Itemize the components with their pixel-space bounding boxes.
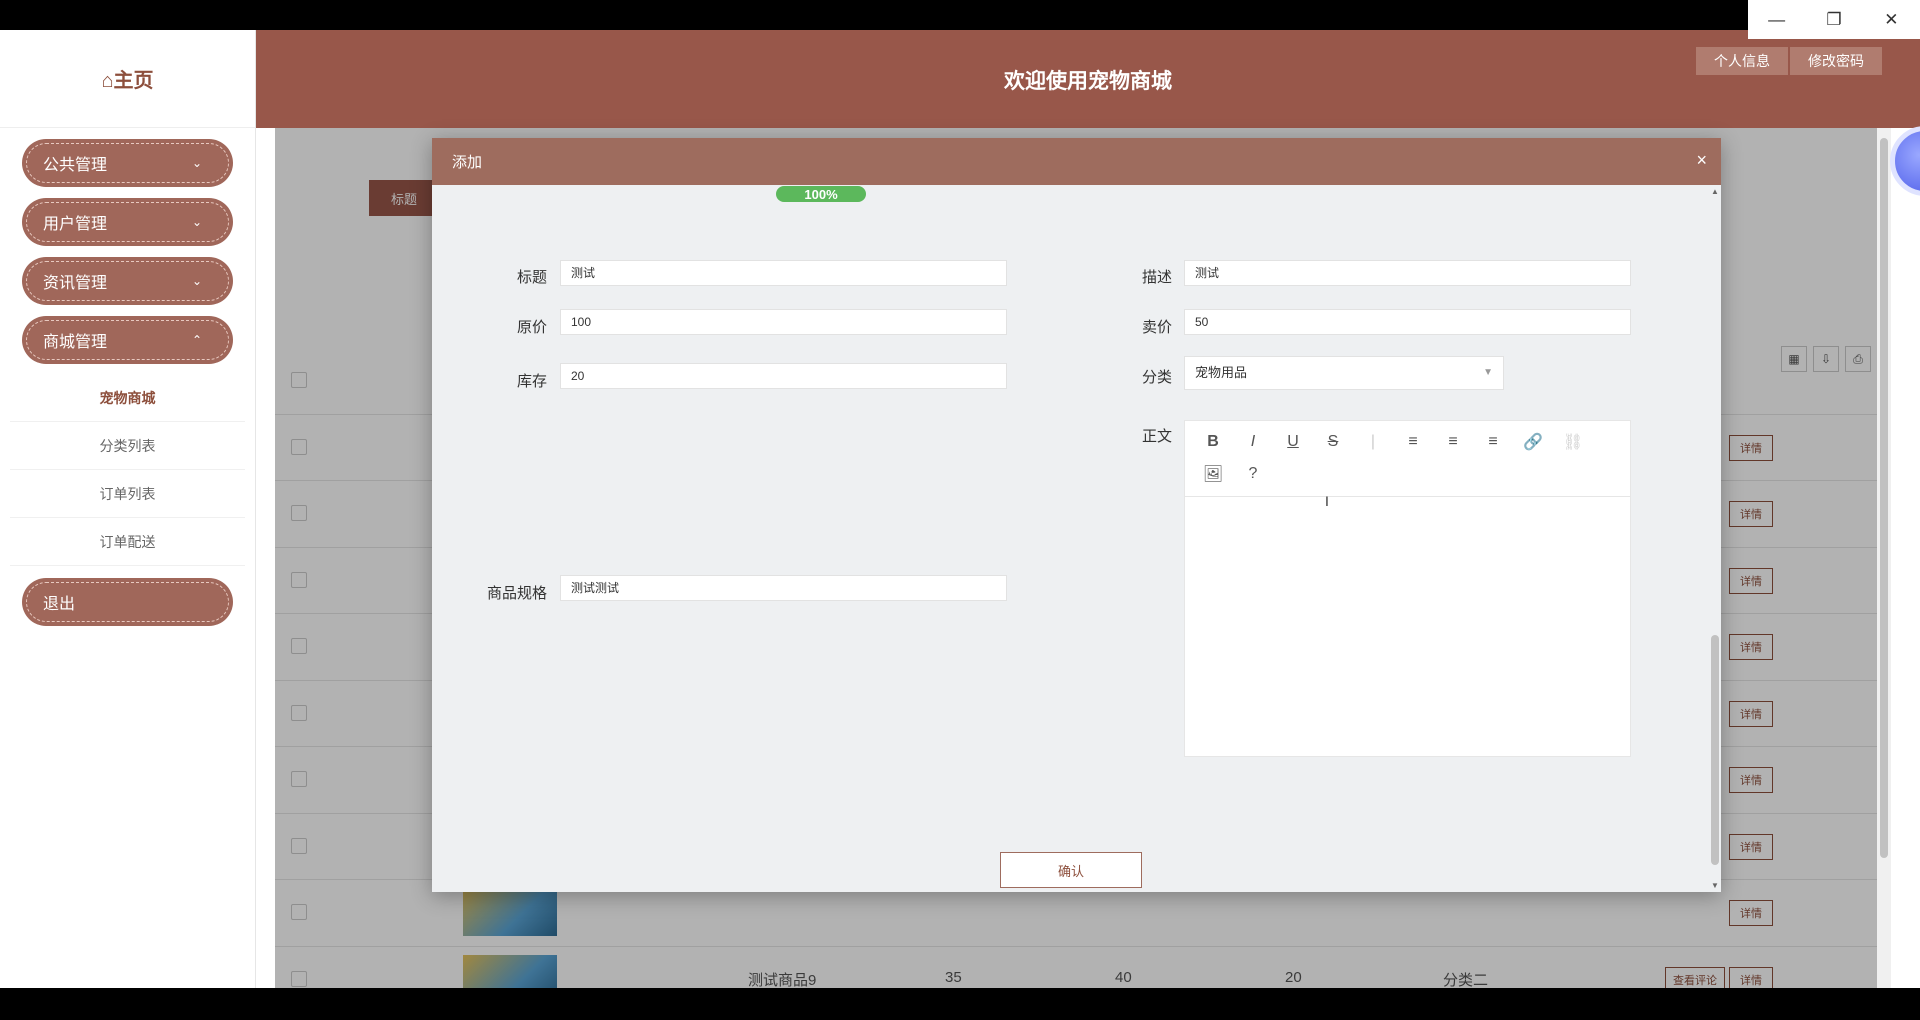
dialog-header: 添加 × bbox=[432, 138, 1721, 185]
body-label: 正文 bbox=[1141, 428, 1172, 445]
stock-input[interactable]: 20 bbox=[560, 363, 1007, 389]
original-price-label: 原价 bbox=[516, 319, 547, 336]
dropdown-arrow-icon: ▼ bbox=[1483, 367, 1493, 378]
minimize-icon[interactable]: — bbox=[1748, 0, 1805, 39]
page-title: 欢迎使用宠物商城 bbox=[1004, 70, 1172, 93]
title-input[interactable]: 测试 bbox=[560, 260, 1007, 286]
chevron-up-icon: ⌃ bbox=[191, 333, 202, 347]
description-input[interactable]: 测试 bbox=[1184, 260, 1631, 286]
align-right-icon[interactable]: ≡ bbox=[1473, 427, 1513, 457]
title-label: 标题 bbox=[516, 269, 547, 286]
logout-button[interactable]: 退出 bbox=[22, 578, 233, 626]
dialog-scrollbar[interactable]: ▲ ▼ bbox=[1709, 185, 1721, 892]
page-scrollbar[interactable] bbox=[1877, 128, 1891, 988]
window-controls: — ❐ ✕ bbox=[1748, 0, 1920, 39]
menu-label: 公共管理 bbox=[43, 157, 108, 174]
spec-input[interactable]: 测试测试 bbox=[560, 575, 1007, 601]
home-link[interactable]: ⌂主页 bbox=[0, 30, 255, 128]
underline-icon[interactable]: U bbox=[1273, 427, 1313, 457]
spec-label: 商品规格 bbox=[486, 585, 547, 602]
upload-progress: 100% bbox=[776, 186, 866, 202]
change-password-button[interactable]: 修改密码 bbox=[1790, 47, 1882, 75]
chevron-down-icon: ⌄ bbox=[191, 274, 202, 288]
menu-label: 商城管理 bbox=[43, 334, 108, 351]
description-label: 描述 bbox=[1141, 269, 1172, 286]
text-cursor-icon: I bbox=[1325, 493, 1329, 509]
link-icon[interactable]: 🔗 bbox=[1513, 427, 1553, 457]
logout-label: 退出 bbox=[43, 596, 76, 613]
menu-public[interactable]: 公共管理 ⌄ bbox=[22, 139, 233, 187]
chevron-down-icon: ⌄ bbox=[191, 215, 202, 229]
unlink-icon[interactable]: ⛓ bbox=[1553, 427, 1593, 457]
assistant-avatar-icon[interactable] bbox=[1890, 126, 1920, 196]
menu-label: 用户管理 bbox=[43, 216, 108, 233]
category-value: 宠物用品 bbox=[1195, 365, 1248, 380]
restore-icon[interactable]: ❐ bbox=[1805, 0, 1862, 39]
price-input[interactable]: 50 bbox=[1184, 309, 1631, 335]
header-bar: 欢迎使用宠物商城 个人信息 修改密码 bbox=[256, 30, 1920, 128]
bold-icon[interactable]: B bbox=[1193, 427, 1233, 457]
submenu-order-delivery[interactable]: 订单配送 bbox=[10, 518, 245, 566]
chevron-down-icon: ⌄ bbox=[191, 156, 202, 170]
category-select[interactable]: 宠物用品 ▼ bbox=[1184, 356, 1504, 390]
sidebar: ⌂主页 公共管理 ⌄ 用户管理 ⌄ 资讯管理 ⌄ 商城管理 ⌃ 宠物商城 分类列表 订单… bbox=[0, 30, 256, 988]
add-dialog: 添加 × 100% ▲ ▼ 标题 测试 描述 测试 原价 100 卖价 50 库存… bbox=[432, 138, 1721, 892]
close-window-icon[interactable]: ✕ bbox=[1863, 0, 1920, 39]
close-icon[interactable]: × bbox=[1696, 150, 1707, 171]
image-icon[interactable]: 🖼 bbox=[1193, 459, 1233, 489]
italic-icon[interactable]: I bbox=[1233, 427, 1273, 457]
menu-mall[interactable]: 商城管理 ⌃ bbox=[22, 316, 233, 364]
category-label: 分类 bbox=[1141, 369, 1172, 386]
dialog-title: 添加 bbox=[452, 154, 483, 171]
editor-toolbar: B I U S | ≡ ≡ ≡ 🔗 ⛓ 🖼 ? bbox=[1185, 421, 1630, 497]
menu-news[interactable]: 资讯管理 ⌄ bbox=[22, 257, 233, 305]
help-icon[interactable]: ? bbox=[1233, 459, 1273, 489]
stock-label: 库存 bbox=[516, 373, 547, 390]
original-price-input[interactable]: 100 bbox=[560, 309, 1007, 335]
rich-text-editor[interactable]: B I U S | ≡ ≡ ≡ 🔗 ⛓ 🖼 ? I bbox=[1184, 420, 1631, 757]
menu-label: 资讯管理 bbox=[43, 275, 108, 292]
mall-submenu: 宠物商城 分类列表 订单列表 订单配送 bbox=[0, 374, 255, 566]
profile-button[interactable]: 个人信息 bbox=[1696, 47, 1788, 75]
taskbar-edge bbox=[0, 988, 1920, 1020]
price-label: 卖价 bbox=[1141, 319, 1172, 336]
strikethrough-icon[interactable]: S bbox=[1313, 427, 1353, 457]
align-center-icon[interactable]: ≡ bbox=[1433, 427, 1473, 457]
submenu-order-list[interactable]: 订单列表 bbox=[10, 470, 245, 518]
submenu-pet-mall[interactable]: 宠物商城 bbox=[10, 374, 245, 422]
menu-users[interactable]: 用户管理 ⌄ bbox=[22, 198, 233, 246]
separator: | bbox=[1370, 433, 1376, 450]
align-left-icon[interactable]: ≡ bbox=[1393, 427, 1433, 457]
submenu-category-list[interactable]: 分类列表 bbox=[10, 422, 245, 470]
confirm-button[interactable]: 确认 bbox=[1000, 852, 1142, 888]
